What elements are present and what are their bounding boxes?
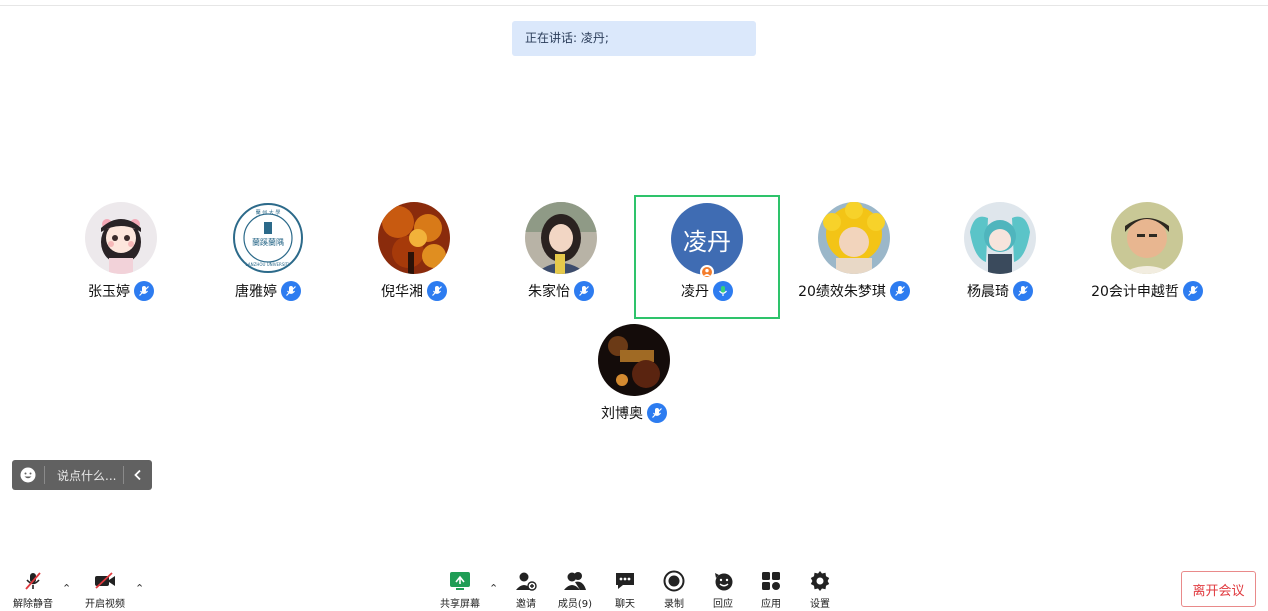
reactions-label: 回应: [713, 599, 733, 610]
leave-meeting-button[interactable]: 离开会议: [1181, 571, 1256, 607]
avatar: [525, 202, 597, 274]
participant-tile-active-speaker[interactable]: 凌丹 凌丹: [634, 195, 780, 319]
avatar: [964, 202, 1036, 274]
members-label: 成员(9): [557, 599, 593, 610]
participant-name: 朱家怡: [528, 284, 570, 300]
participant-name: 凌丹: [681, 284, 709, 300]
gear-icon: [808, 570, 832, 592]
avatar: [1111, 202, 1183, 274]
mic-icon: [574, 281, 594, 301]
mic-muted-icon: [21, 570, 45, 592]
logo-top-text: 蘭 州 大 學: [256, 209, 281, 216]
participant-tile[interactable]: 20会计申越哲: [1074, 196, 1220, 320]
host-icon: [700, 265, 714, 279]
apps-label: 应用: [761, 599, 781, 610]
add-user-icon: [514, 570, 538, 592]
speaking-text: 正在讲话: 凌丹;: [525, 31, 609, 45]
chevron-up-icon[interactable]: ⌃: [135, 582, 144, 595]
participant-name: 刘博奥: [601, 406, 643, 422]
video-off-icon: [93, 570, 117, 592]
record-label: 录制: [664, 599, 684, 610]
avatar: [818, 202, 890, 274]
participant-tile[interactable]: 蘭 州 大 學 蘭蹊蘭隅 LANZHOU UNIVERSITY 唐雅婷: [195, 196, 341, 320]
leave-meeting-label: 离开会议: [1192, 583, 1245, 599]
quick-chat-bar[interactable]: 说点什么...: [12, 460, 152, 490]
participant-name: 唐雅婷: [235, 284, 277, 300]
top-divider: [0, 5, 1268, 6]
record-icon: [662, 570, 686, 592]
chevron-up-icon[interactable]: ⌃: [62, 582, 71, 595]
mic-icon: [134, 281, 154, 301]
settings-label: 设置: [810, 599, 830, 610]
participant-tile[interactable]: 20绩效朱梦琪: [781, 196, 927, 320]
unmute-label: 解除静音: [13, 599, 53, 610]
participant-tile[interactable]: 朱家怡: [488, 196, 634, 320]
mic-active-icon: [713, 281, 733, 301]
avatar-initials: 凌丹: [683, 227, 731, 256]
participant-name: 张玉婷: [88, 284, 130, 300]
reaction-icon: [711, 570, 735, 592]
participant-tile[interactable]: 刘博奥: [561, 318, 707, 442]
mic-icon: [1182, 281, 1203, 301]
avatar: 凌丹: [671, 203, 743, 279]
start-video-label: 开启视频: [85, 599, 125, 610]
settings-button[interactable]: 设置: [790, 570, 850, 610]
mic-icon: [427, 281, 447, 301]
participant-tile[interactable]: 张玉婷: [48, 196, 194, 320]
mic-icon: [647, 403, 667, 423]
share-screen-icon: [448, 570, 472, 592]
participant-name: 20会计申越哲: [1091, 284, 1179, 300]
mic-icon: [1013, 281, 1033, 301]
chevron-left-icon[interactable]: [124, 469, 152, 481]
apps-grid-icon: [759, 570, 783, 592]
avatar: [378, 202, 450, 274]
invite-label: 邀请: [516, 599, 536, 610]
chat-bubble-icon: [613, 570, 637, 592]
logo-middle-text: 蘭蹊蘭隅: [252, 237, 284, 247]
mic-icon: [281, 281, 301, 301]
mic-icon: [889, 281, 910, 301]
participant-name: 20绩效朱梦琪: [798, 284, 886, 300]
unmute-button[interactable]: 解除静音: [3, 570, 63, 610]
avatar: [85, 202, 157, 274]
speaking-banner: 正在讲话: 凌丹;: [512, 21, 756, 56]
participant-name: 杨晨琦: [967, 284, 1009, 300]
participant-name: 倪华湘: [381, 284, 423, 300]
participant-tile[interactable]: 倪华湘: [341, 196, 487, 320]
members-icon: [563, 570, 587, 592]
avatar: 蘭 州 大 學 蘭蹊蘭隅 LANZHOU UNIVERSITY: [232, 202, 304, 274]
participant-tile[interactable]: 杨晨琦: [927, 196, 1073, 320]
avatar: [598, 324, 670, 396]
emoji-icon[interactable]: [12, 467, 44, 483]
logo-bottom-text: LANZHOU UNIVERSITY: [246, 262, 291, 267]
start-video-button[interactable]: 开启视频: [75, 570, 135, 610]
chat-input[interactable]: 说点什么...: [45, 467, 123, 484]
share-screen-label: 共享屏幕: [440, 599, 480, 610]
chat-label: 聊天: [615, 599, 635, 610]
share-screen-button[interactable]: 共享屏幕: [430, 570, 490, 610]
